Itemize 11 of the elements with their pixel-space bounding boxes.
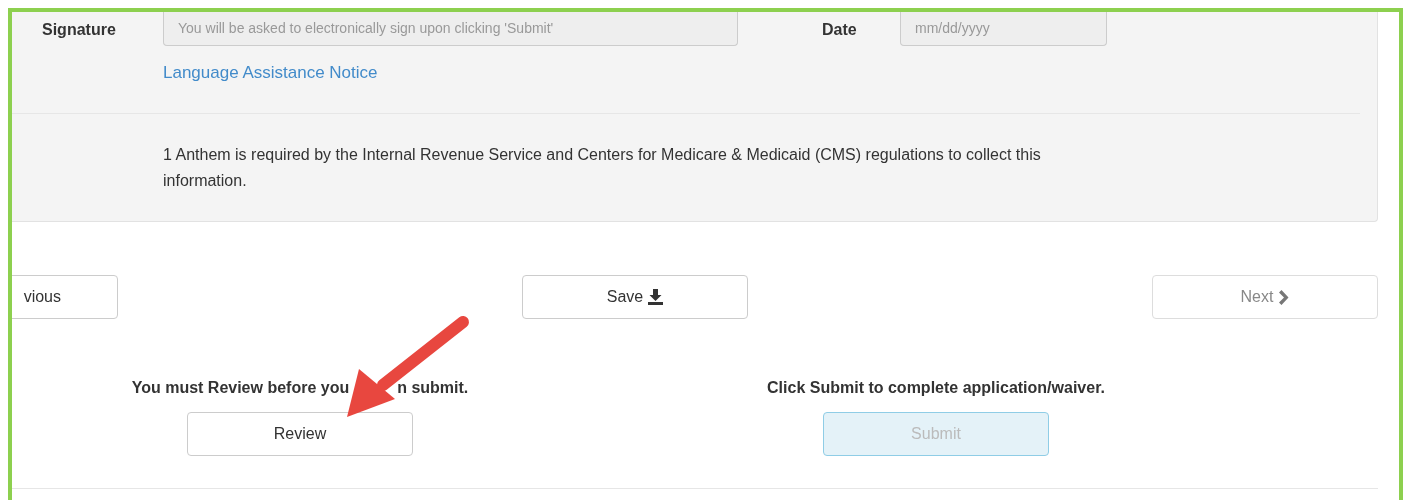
date-label: Date (822, 20, 858, 39)
review-button[interactable]: Review (187, 412, 413, 456)
footnote-text: 1 Anthem is required by the Internal Revenue Service and Centers for Medicare & Medicaid (CMS) regulations to collect this information. (163, 145, 1042, 191)
signature-label: Signature (42, 20, 117, 39)
instruction-text: Click Submit to complete application/waiver. (767, 379, 1105, 397)
download-icon (648, 289, 664, 305)
instruction-text: You must Review before you (131, 379, 350, 397)
instruction-text: n submit. (397, 379, 469, 397)
chevron-right-icon (1278, 289, 1290, 305)
save-button[interactable]: Save (522, 275, 748, 319)
previous-button[interactable]: vious (12, 275, 118, 319)
